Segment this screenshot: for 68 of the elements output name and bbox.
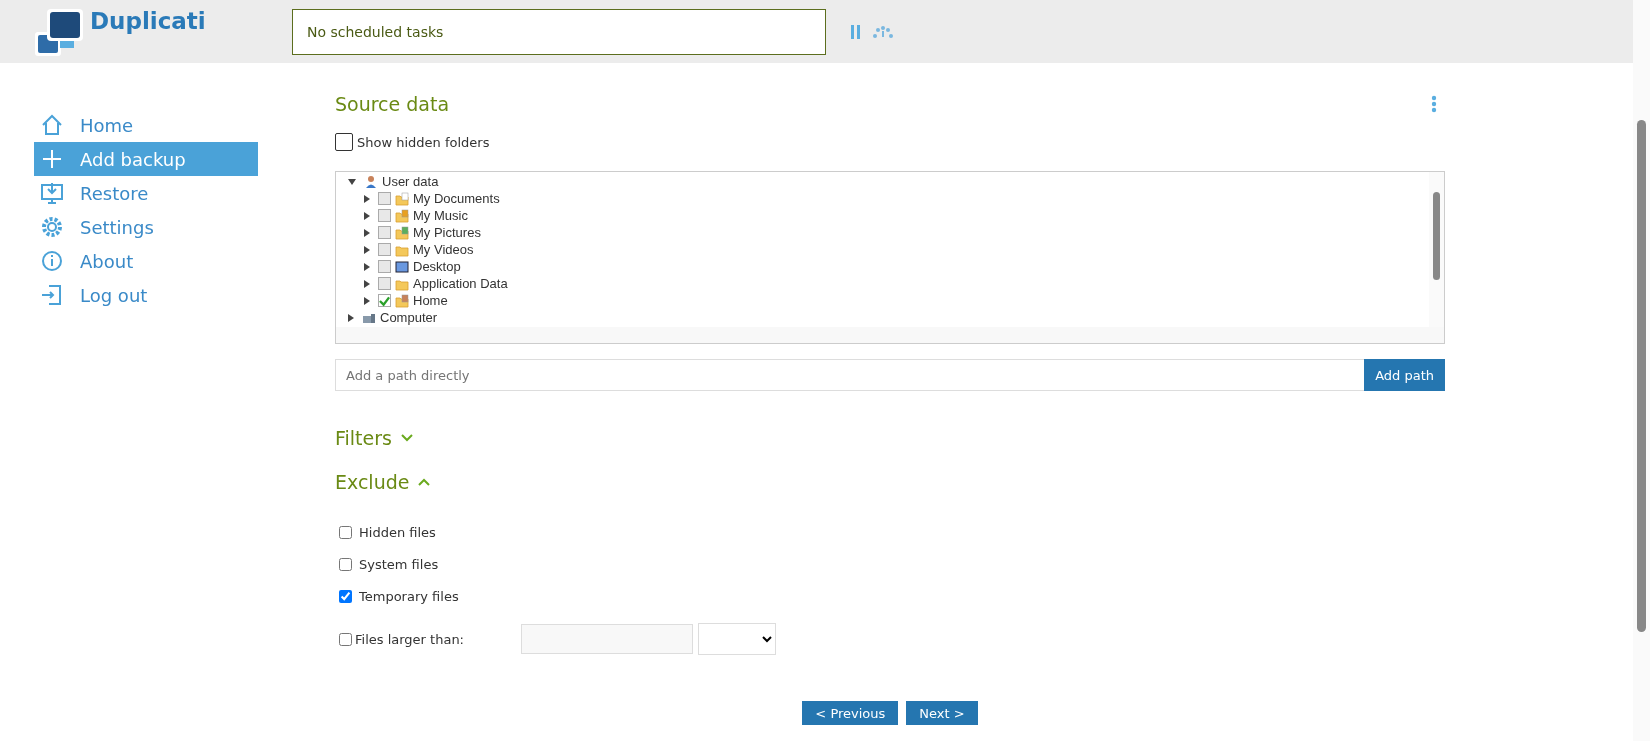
checkbox[interactable]: [378, 294, 391, 307]
info-icon: [40, 249, 64, 273]
expander-icon[interactable]: [364, 296, 370, 305]
checkbox[interactable]: [378, 243, 391, 256]
checkbox-label: Hidden files: [359, 524, 436, 540]
settings-icon: [40, 215, 64, 239]
tree-item[interactable]: My Pictures: [413, 225, 481, 240]
chevron-icon: [399, 433, 414, 443]
monitor-download-icon: [40, 181, 64, 205]
nav-item[interactable]: Settings: [34, 210, 258, 244]
checkbox[interactable]: [378, 192, 391, 205]
checkbox[interactable]: [378, 260, 391, 273]
checkbox[interactable]: [339, 557, 352, 571]
nav-item[interactable]: Add backup: [34, 142, 258, 176]
section-title: Source data: [335, 93, 450, 115]
plus-icon: [40, 147, 64, 171]
section-toggle[interactable]: Filters: [335, 427, 414, 449]
tree-item[interactable]: Computer: [380, 310, 438, 325]
user-icon: [364, 174, 378, 189]
folder-icon: [395, 225, 409, 240]
folder-icon: [395, 208, 409, 223]
nav-item[interactable]: Restore: [34, 176, 258, 210]
expander-icon[interactable]: [364, 262, 370, 271]
checkbox[interactable]: [339, 632, 352, 646]
tree-item[interactable]: Desktop: [413, 259, 461, 274]
pause-icon[interactable]: [850, 23, 862, 40]
folder-icon: [395, 293, 409, 308]
nav-item[interactable]: About: [34, 244, 258, 278]
checkbox-label: Show hidden folders: [357, 134, 490, 150]
more-icon[interactable]: [1431, 95, 1437, 113]
desktop-icon: [395, 259, 409, 274]
tree-item[interactable]: Application Data: [413, 276, 508, 291]
checkbox-label: Temporary files: [359, 588, 459, 604]
nav-item[interactable]: Home: [34, 108, 258, 142]
add-path-button[interactable]: Add path: [1364, 359, 1445, 391]
next-button[interactable]: Next >: [906, 701, 978, 725]
tree-item[interactable]: My Music: [413, 208, 468, 223]
home-icon: [40, 113, 64, 137]
tree-item[interactable]: Home: [413, 293, 448, 308]
checkbox[interactable]: [378, 209, 391, 222]
checkbox[interactable]: [378, 277, 391, 290]
path-input[interactable]: Add a path directly: [335, 359, 1365, 391]
expander-icon[interactable]: [364, 211, 370, 220]
folder-icon: [395, 191, 409, 206]
expander-icon[interactable]: [364, 279, 370, 288]
expander-icon[interactable]: [364, 245, 370, 254]
nav-item[interactable]: Log out: [34, 278, 258, 312]
checkbox-label: Files larger than:: [355, 631, 464, 647]
tree-item[interactable]: User data: [382, 174, 439, 189]
tree-item[interactable]: My Documents: [413, 191, 500, 206]
checkbox[interactable]: [339, 589, 352, 603]
checkbox[interactable]: [378, 226, 391, 239]
chevron-icon: [417, 477, 432, 487]
expander-icon[interactable]: [348, 313, 354, 322]
expander-icon[interactable]: [364, 194, 370, 203]
checkbox[interactable]: [339, 525, 352, 539]
checkbox-label: System files: [359, 556, 439, 572]
section-toggle[interactable]: Exclude: [335, 471, 432, 493]
expander-icon[interactable]: [348, 178, 356, 185]
status-box: No scheduled tasks: [292, 8, 826, 55]
app-name: Duplicati: [90, 7, 206, 34]
logout-icon: [40, 283, 64, 307]
throttle-icon[interactable]: [872, 25, 894, 38]
previous-button[interactable]: < Previous: [802, 701, 899, 725]
expander-icon[interactable]: [364, 228, 370, 237]
logo-icon: [34, 7, 84, 58]
checkbox[interactable]: [335, 133, 353, 151]
tree-item[interactable]: My Videos: [413, 242, 474, 257]
